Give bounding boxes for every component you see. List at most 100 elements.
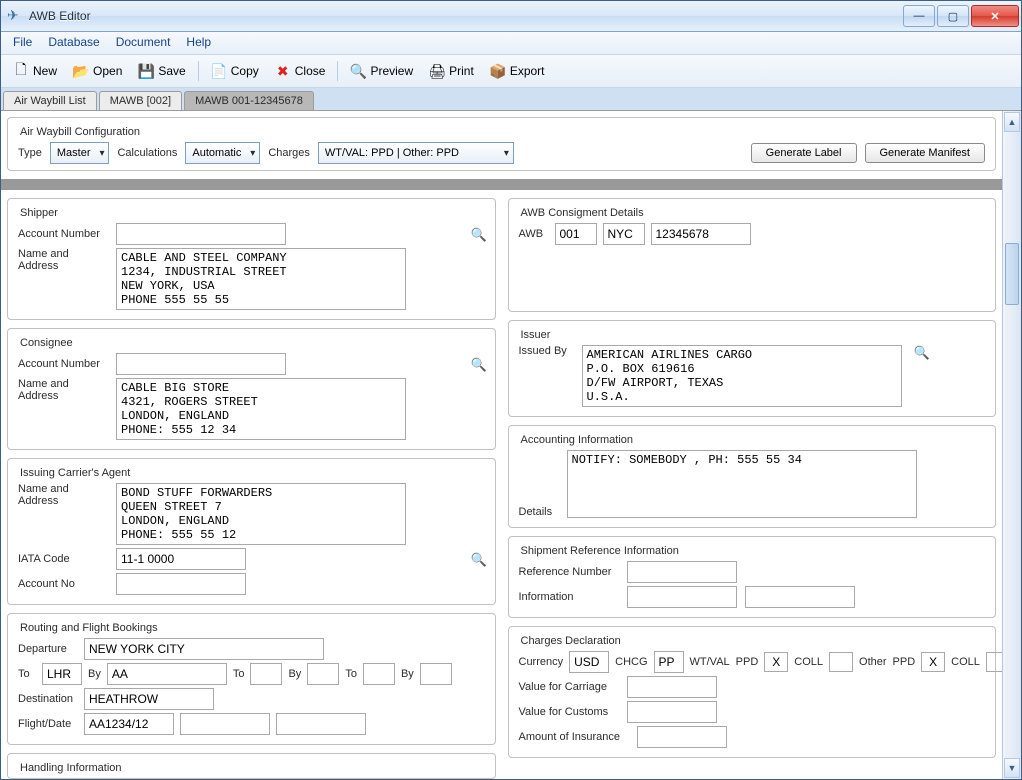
customs-label: Value for Customs — [519, 706, 619, 718]
consignee-panel: Consignee Account Number 🔍 Name and Addr… — [7, 328, 496, 450]
menu-help[interactable]: Help — [178, 32, 219, 54]
tab-air-waybill-list[interactable]: Air Waybill List — [3, 91, 97, 110]
generate-label-button[interactable]: Generate Label — [751, 143, 857, 163]
titlebar: ✈ AWB Editor — ▢ ✕ — [1, 1, 1021, 32]
charges-select[interactable]: WT/VAL: PPD | Other: PPD — [318, 142, 514, 164]
scroll-up-button[interactable]: ▲ — [1004, 112, 1020, 132]
charges-label: Charges — [268, 147, 310, 159]
iata-input[interactable] — [116, 548, 246, 570]
charges-title: Charges Declaration — [519, 633, 986, 647]
flight3-input[interactable] — [276, 713, 366, 735]
calc-label: Calculations — [117, 147, 177, 159]
shipper-account-input[interactable] — [116, 223, 286, 245]
by3-label: By — [401, 668, 414, 680]
awb-origin-input[interactable] — [603, 223, 645, 245]
preview-button[interactable]: 🔍Preview — [344, 61, 419, 81]
iata-label: IATA Code — [18, 553, 108, 565]
lookup-icon[interactable]: 🔍 — [471, 552, 485, 566]
chcg-input[interactable] — [654, 651, 684, 673]
consignee-title: Consignee — [18, 335, 485, 349]
carriage-input[interactable] — [627, 676, 717, 698]
close-window-button[interactable]: ✕ — [971, 5, 1019, 27]
shipper-name-label: Name and Address — [18, 248, 108, 272]
menu-database[interactable]: Database — [40, 32, 107, 54]
by3-input[interactable] — [420, 663, 452, 685]
copy-button[interactable]: 📄Copy — [205, 61, 265, 81]
by1-input[interactable] — [107, 663, 227, 685]
scroll-down-button[interactable]: ▼ — [1004, 758, 1020, 778]
agent-address-input[interactable]: BOND STUFF FORWARDERS QUEEN STREET 7 LON… — [116, 483, 406, 545]
accounting-details-input[interactable]: NOTIFY: SOMEBODY , PH: 555 55 34 — [567, 450, 917, 518]
issuer-address-input[interactable]: AMERICAN AIRLINES CARGO P.O. BOX 619616 … — [582, 345, 902, 407]
to2-input[interactable] — [250, 663, 282, 685]
tab-mawb-full[interactable]: MAWB 001-12345678 — [184, 91, 314, 110]
to-label: To — [18, 668, 36, 680]
departure-input[interactable] — [84, 638, 324, 660]
save-button[interactable]: 💾Save — [132, 61, 191, 81]
other-label: Other — [859, 656, 887, 668]
currency-label: Currency — [519, 656, 564, 668]
window-title: AWB Editor — [29, 9, 903, 23]
chcg-label: CHCG — [615, 656, 647, 668]
wtval-ppd-box[interactable]: X — [764, 652, 788, 672]
flight1-input[interactable] — [84, 713, 174, 735]
menu-file[interactable]: File — [5, 32, 40, 54]
maximize-button[interactable]: ▢ — [937, 5, 969, 27]
type-label: Type — [18, 147, 42, 159]
lookup-icon[interactable]: 🔍 — [914, 345, 928, 359]
type-select[interactable]: Master — [50, 142, 110, 164]
lookup-icon[interactable]: 🔍 — [471, 357, 485, 371]
open-button[interactable]: 📂Open — [67, 61, 128, 81]
print-button[interactable]: 🖨Print — [423, 61, 480, 81]
destination-input[interactable] — [84, 688, 214, 710]
other-coll-box[interactable] — [986, 652, 1002, 672]
close-button[interactable]: ✖Close — [269, 61, 332, 81]
insurance-input[interactable] — [637, 726, 727, 748]
agent-title: Issuing Carrier's Agent — [18, 465, 485, 479]
new-button[interactable]: 🗋New — [7, 61, 63, 81]
currency-input[interactable] — [569, 651, 609, 673]
preview-icon: 🔍 — [350, 63, 366, 79]
toolbar-separator — [337, 61, 338, 81]
toolbar: 🗋New 📂Open 💾Save 📄Copy ✖Close 🔍Preview 🖨… — [1, 55, 1021, 88]
app-window: ✈ AWB Editor — ▢ ✕ File Database Documen… — [0, 0, 1022, 780]
agent-account-input[interactable] — [116, 573, 246, 595]
ref-info1-input[interactable] — [627, 586, 737, 608]
generate-manifest-button[interactable]: Generate Manifest — [865, 143, 986, 163]
shipment-ref-panel: Shipment Reference Information Reference… — [508, 536, 997, 618]
customs-input[interactable] — [627, 701, 717, 723]
awb-number-input[interactable] — [651, 223, 751, 245]
ref-info2-input[interactable] — [745, 586, 855, 608]
tab-mawb-short[interactable]: MAWB [002] — [99, 91, 182, 110]
shipper-address-input[interactable]: CABLE AND STEEL COMPANY 1234, INDUSTRIAL… — [116, 248, 406, 310]
scroll-thumb[interactable] — [1005, 243, 1019, 305]
config-panel: Air Waybill Configuration Type Master Ca… — [7, 117, 996, 171]
lookup-icon[interactable]: 🔍 — [471, 227, 485, 241]
divider-strip — [1, 179, 1002, 190]
shipment-ref-title: Shipment Reference Information — [519, 543, 986, 557]
consignee-account-input[interactable] — [116, 353, 286, 375]
consignee-address-input[interactable]: CABLE BIG STORE 4321, ROGERS STREET LOND… — [116, 378, 406, 440]
flight2-input[interactable] — [180, 713, 270, 735]
menu-document[interactable]: Document — [108, 32, 179, 54]
other-ppd-box[interactable]: X — [921, 652, 945, 672]
destination-label: Destination — [18, 693, 78, 705]
issuer-title: Issuer — [519, 327, 986, 341]
ref-number-input[interactable] — [627, 561, 737, 583]
carriage-label: Value for Carriage — [519, 681, 619, 693]
ref-info-label: Information — [519, 591, 619, 603]
agent-panel: Issuing Carrier's Agent Name and Address… — [7, 458, 496, 605]
to1-input[interactable] — [42, 663, 82, 685]
issued-by-label: Issued By — [519, 345, 574, 357]
by2-input[interactable] — [307, 663, 339, 685]
minimize-button[interactable]: — — [903, 5, 935, 27]
menubar: File Database Document Help — [1, 32, 1021, 55]
export-button[interactable]: 📦Export — [484, 61, 551, 81]
scroll-track[interactable] — [1003, 133, 1021, 757]
shipper-panel: Shipper Account Number 🔍 Name and Addres… — [7, 198, 496, 320]
wtval-coll-box[interactable] — [829, 652, 853, 672]
calc-select[interactable]: Automatic — [185, 142, 260, 164]
vertical-scrollbar[interactable]: ▲ ▼ — [1002, 111, 1021, 779]
awb-prefix-input[interactable] — [555, 223, 597, 245]
to3-input[interactable] — [363, 663, 395, 685]
